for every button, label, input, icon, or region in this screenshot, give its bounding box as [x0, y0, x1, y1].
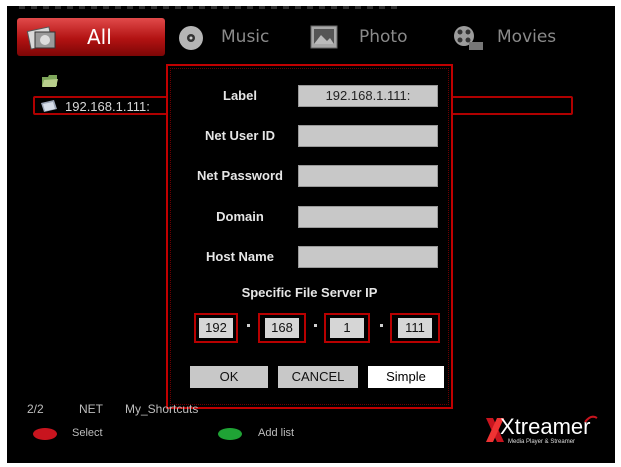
green-key-icon	[218, 428, 242, 440]
net-password-input[interactable]	[298, 165, 438, 187]
xtreamer-logo: Xtreamer Media Player & Streamer	[478, 412, 608, 452]
domain-input[interactable]	[298, 206, 438, 228]
brand-name: Xtreamer	[500, 414, 591, 439]
label-input[interactable]: 192.168.1.111:	[298, 85, 438, 107]
ok-button[interactable]: OK	[190, 366, 268, 388]
ip-octet-2[interactable]: 168	[258, 313, 306, 343]
photo-icon	[310, 25, 338, 49]
tab-all[interactable]: All	[17, 18, 165, 56]
all-media-icon	[26, 26, 56, 50]
media-player-screen: All Music Photo Movies 192.168.1.111: La…	[7, 6, 615, 463]
file-server-ip-title: Specific File Server IP	[241, 285, 378, 300]
network-share-dialog: Label 192.168.1.111: Net User ID Net Pas…	[166, 64, 453, 409]
disc-icon	[179, 26, 203, 50]
network-folder-icon	[41, 100, 57, 112]
page-counter: 2/2	[27, 402, 44, 416]
list-item-label: 192.168.1.111:	[65, 99, 150, 114]
cancel-button[interactable]: CANCEL	[278, 366, 358, 388]
ip-octet-1[interactable]: 192	[194, 313, 238, 343]
ip-octet-4[interactable]: 111	[390, 313, 440, 343]
film-reel-icon	[454, 26, 483, 50]
label-field-label: Label	[223, 88, 257, 103]
ip-separator	[314, 324, 317, 327]
ip-octet-3-value: 1	[330, 318, 364, 338]
tab-music-label: Music	[221, 27, 270, 47]
parent-folder-icon[interactable]	[41, 74, 59, 88]
net-password-label: Net Password	[197, 168, 283, 183]
host-name-input[interactable]	[298, 246, 438, 268]
tab-all-label: All	[87, 25, 112, 49]
red-key-icon	[33, 428, 57, 440]
brand-swoosh-icon	[584, 415, 598, 423]
host-name-label: Host Name	[206, 249, 274, 264]
tab-photo-label: Photo	[359, 27, 408, 47]
domain-label: Domain	[216, 209, 264, 224]
select-hint: Select	[72, 427, 103, 439]
brand-tagline: Media Player & Streamer	[508, 439, 576, 445]
net-user-id-input[interactable]	[298, 125, 438, 147]
ip-separator	[380, 324, 383, 327]
tab-movies-label: Movies	[497, 27, 557, 47]
simple-button[interactable]: Simple	[368, 366, 444, 388]
current-path: My_Shortcuts	[125, 402, 199, 416]
ip-octet-3[interactable]: 1	[324, 313, 370, 343]
ip-octet-4-value: 111	[398, 318, 432, 338]
ip-octet-2-value: 168	[265, 318, 299, 338]
net-user-id-label: Net User ID	[204, 128, 276, 143]
ip-separator	[247, 324, 250, 327]
source-label: NET	[79, 402, 103, 416]
ip-octet-1-value: 192	[199, 318, 233, 338]
top-edge-decoration	[19, 6, 399, 9]
add-list-hint: Add list	[258, 427, 295, 439]
